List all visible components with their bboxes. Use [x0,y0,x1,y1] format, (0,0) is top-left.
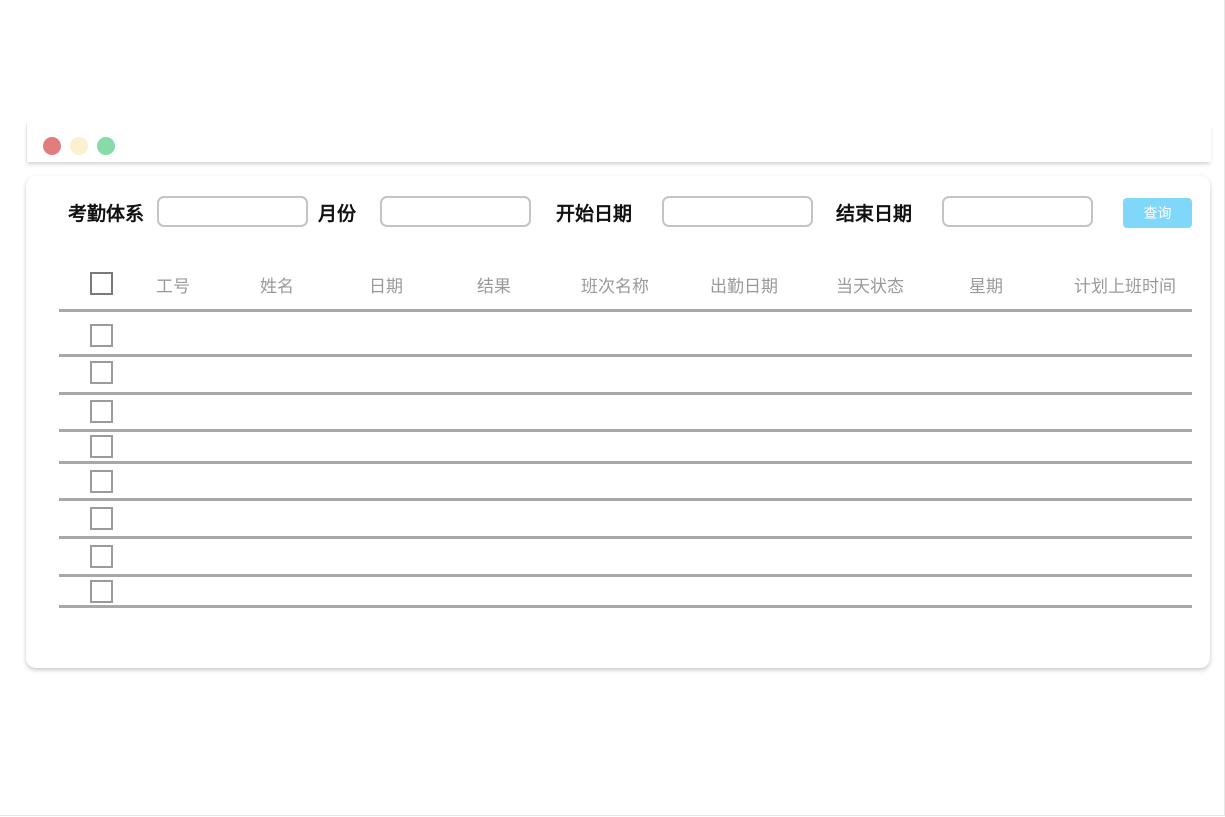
table-row[interactable] [59,432,1192,461]
start-date-label: 开始日期 [556,203,633,225]
row-checkbox[interactable] [90,470,113,493]
column-header-weekday[interactable]: 星期 [969,272,1003,297]
attendance-query-panel: 考勤体系 月份 开始日期 结束日期 查询 工号 姓名 日期 结果 班次名称 出勤… [26,176,1210,668]
select-all-checkbox[interactable] [90,272,113,295]
table-header: 工号 姓名 日期 结果 班次名称 出勤日期 当天状态 星期 计划上班时间 [59,256,1192,310]
column-header-attendance-date[interactable]: 出勤日期 [710,272,778,297]
column-header-planned-start-time[interactable]: 计划上班时间 [1074,272,1176,297]
month-input[interactable] [380,196,531,227]
end-date-label: 结束日期 [836,203,913,225]
row-checkbox[interactable] [90,435,113,458]
row-checkbox[interactable] [90,545,113,568]
row-checkbox[interactable] [90,324,113,347]
row-checkbox[interactable] [90,580,113,603]
column-header-date[interactable]: 日期 [369,272,403,297]
attendance-system-input[interactable] [157,196,308,227]
attendance-system-label: 考勤体系 [68,203,145,225]
end-date-input[interactable] [942,196,1093,227]
month-label: 月份 [318,203,357,225]
column-header-result[interactable]: 结果 [477,272,511,297]
table-row[interactable] [59,539,1192,574]
row-divider [59,605,1192,608]
close-window-button[interactable] [43,137,61,155]
row-checkbox[interactable] [90,400,113,423]
table-row[interactable] [59,464,1192,498]
window-titlebar [26,124,1211,162]
minimize-window-button[interactable] [70,137,88,155]
row-checkbox[interactable] [90,507,113,530]
table-row[interactable] [59,312,1192,354]
maximize-window-button[interactable] [97,137,115,155]
table-row[interactable] [59,501,1192,536]
table-row[interactable] [59,395,1192,429]
column-header-day-status[interactable]: 当天状态 [836,272,904,297]
table-row[interactable] [59,357,1192,392]
column-header-name[interactable]: 姓名 [260,272,294,297]
column-header-shift-name[interactable]: 班次名称 [581,272,649,297]
column-header-employee-id[interactable]: 工号 [156,272,190,297]
start-date-input[interactable] [662,196,813,227]
table-row[interactable] [59,577,1192,605]
row-checkbox[interactable] [90,361,113,384]
query-button[interactable]: 查询 [1123,198,1192,228]
